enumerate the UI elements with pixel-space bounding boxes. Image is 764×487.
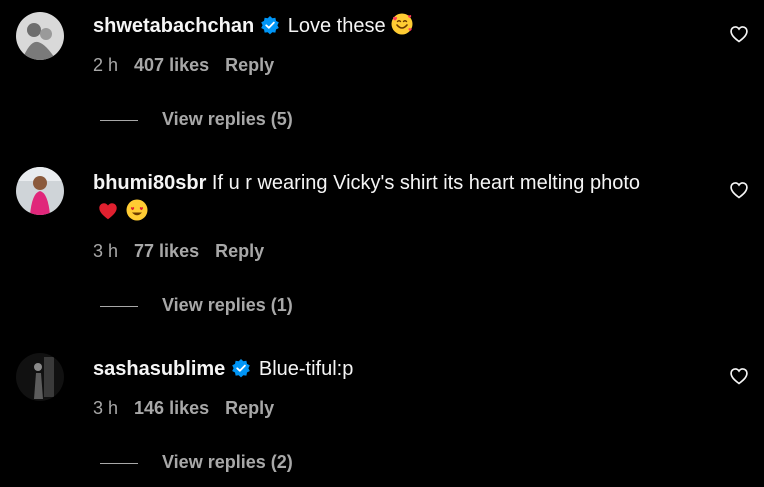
reply-button[interactable]: Reply [215,241,264,261]
view-replies-label: View replies (1) [162,295,293,315]
like-heart-icon[interactable] [729,366,749,386]
smiling-face-with-hearts-icon [390,12,414,43]
view-replies-button[interactable]: View replies (1) [100,294,293,316]
verified-badge-icon [231,358,251,385]
red-heart-icon [97,200,119,229]
comment-timestamp: 3 h [93,398,119,418]
comment-likes-count[interactable]: 407 likes [134,55,209,75]
like-heart-icon[interactable] [729,180,749,200]
avatar[interactable] [16,353,64,401]
comment-username[interactable]: sashasublime [93,358,225,380]
reply-button[interactable]: Reply [225,398,274,418]
view-replies-button[interactable]: View replies (5) [100,108,293,130]
replies-divider [100,305,138,307]
replies-divider [100,119,138,121]
comment-text: If u r wearing Vicky's shirt its heart m… [211,172,640,194]
view-replies-label: View replies (2) [162,452,293,472]
avatar[interactable] [16,12,64,60]
heart-eyes-icon [125,198,149,229]
replies-divider [100,462,138,464]
reply-button[interactable]: Reply [225,55,274,75]
view-replies-label: View replies (5) [162,109,293,129]
comment-username[interactable]: bhumi80sbr [93,172,206,194]
comment-text: Love these [287,15,386,37]
comment-likes-count[interactable]: 146 likes [134,398,209,418]
comment-text: Blue-tiful:p [258,358,354,380]
view-replies-button[interactable]: View replies (2) [100,451,293,473]
comment-likes-count[interactable]: 77 likes [134,241,199,261]
comment-username[interactable]: shwetabachchan [93,15,254,37]
like-heart-icon[interactable] [729,24,749,44]
verified-badge-icon [260,15,280,42]
comment-timestamp: 2 h [93,55,119,75]
avatar[interactable] [16,167,64,215]
comment-timestamp: 3 h [93,241,119,261]
